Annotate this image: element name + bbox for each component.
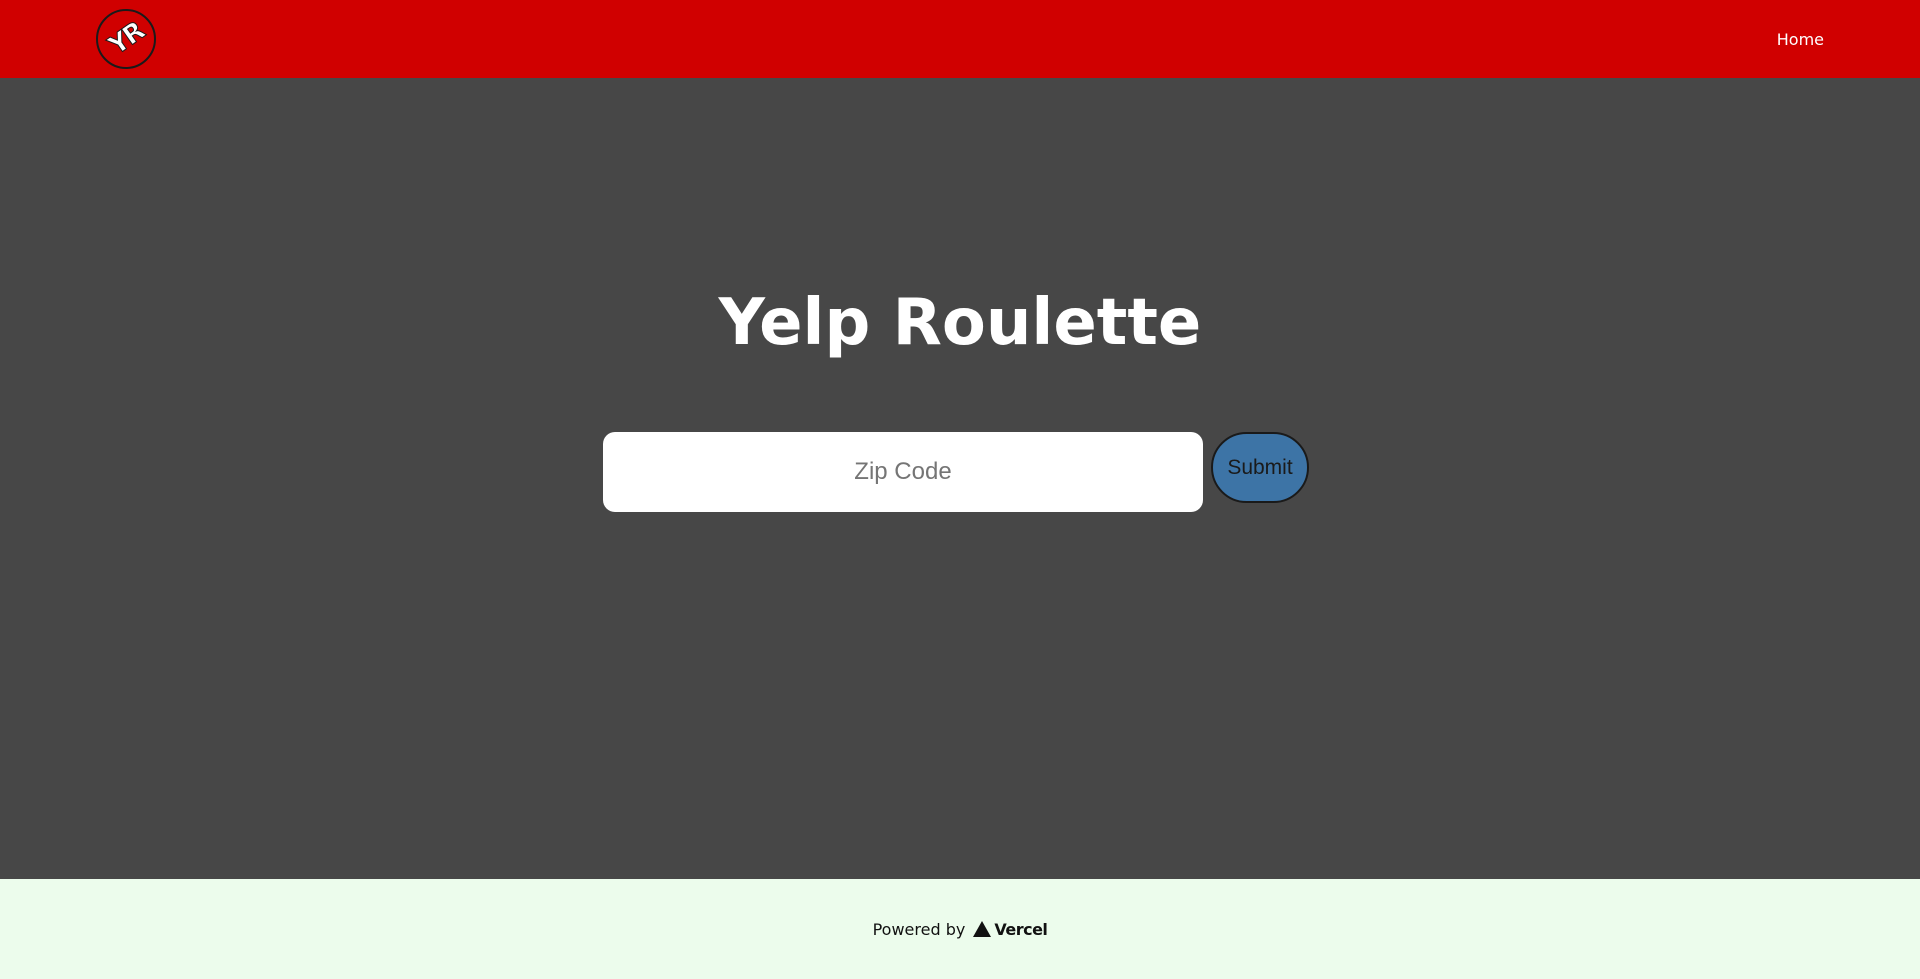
page-title: Yelp Roulette (718, 286, 1202, 360)
nav-link-home[interactable]: Home (1777, 30, 1824, 49)
powered-by-link[interactable]: Powered by Vercel (873, 920, 1048, 939)
triangle-icon (973, 921, 992, 937)
footer: Powered by Vercel (0, 879, 1920, 979)
vercel-logo: Vercel (973, 919, 1048, 939)
navbar: YR Home (0, 0, 1920, 78)
powered-by-label: Powered by (872, 919, 966, 939)
logo-text: YR (103, 16, 150, 62)
vercel-label: Vercel (994, 919, 1048, 939)
zip-code-input[interactable] (603, 432, 1203, 512)
logo[interactable]: YR (96, 9, 156, 69)
submit-button[interactable]: Submit (1211, 432, 1309, 503)
